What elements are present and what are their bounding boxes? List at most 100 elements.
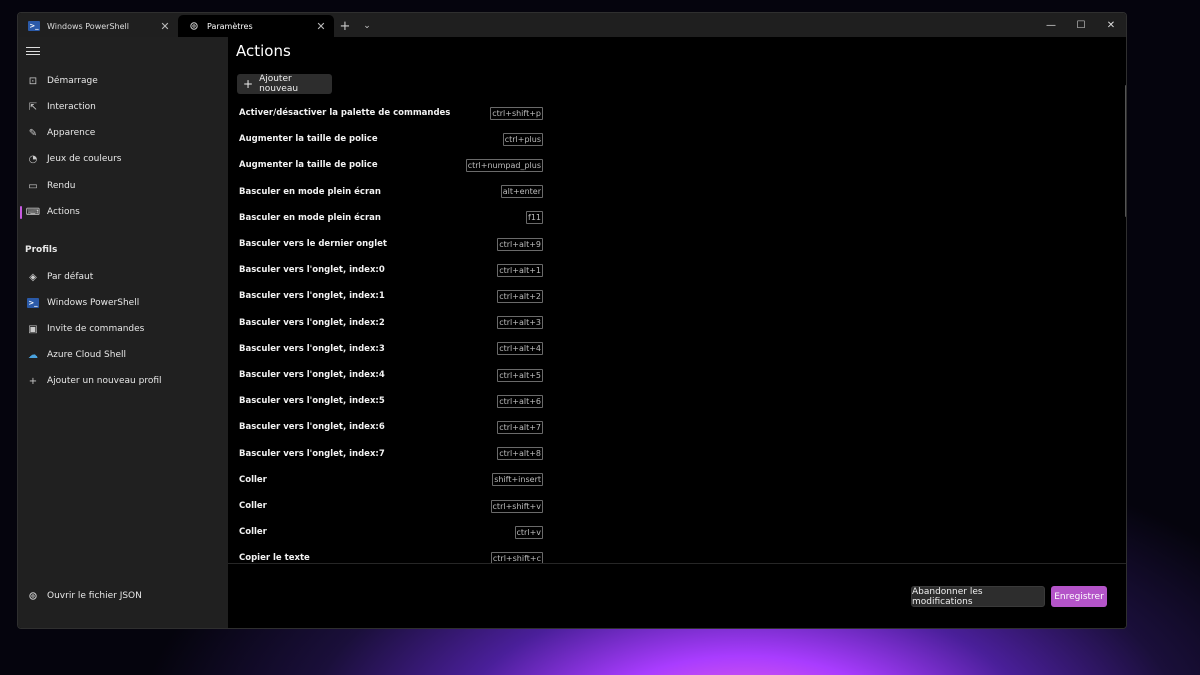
minimize-icon: — <box>1046 19 1056 31</box>
action-name: Augmenter la taille de police <box>239 160 378 171</box>
actions-page: Actions + Ajouter nouveau Activer/désact… <box>228 37 1126 628</box>
action-row[interactable]: Basculer vers l'onglet, index:4 ctrl+alt+… <box>239 368 543 382</box>
action-row[interactable]: Basculer vers l'onglet, index:0 ctrl+alt+… <box>239 263 543 277</box>
sidebar-item-label: Démarrage <box>47 76 98 86</box>
open-json-button[interactable]: Ouvrir le fichier JSON <box>20 584 224 608</box>
title-bar: >_ Windows PowerShell ✕ Paramètres ✕ + ⌄… <box>18 13 1126 37</box>
key-binding: ctrl+v <box>514 525 543 539</box>
sidebar-item-label: Apparence <box>47 128 96 138</box>
key-binding: ctrl+alt+2 <box>497 289 543 303</box>
powershell-icon: >_ <box>27 298 39 308</box>
cmd-icon: ▣ <box>28 323 38 335</box>
minimize-button[interactable]: — <box>1036 13 1066 37</box>
sidebar-item-interaction[interactable]: ⇱ Interaction <box>20 95 224 119</box>
action-row[interactable]: Basculer en mode plein écran f11 <box>239 211 543 225</box>
sidebar-item-demarrage[interactable]: ⊡ Démarrage <box>20 69 224 93</box>
action-row[interactable]: Activer/désactiver la palette de command… <box>239 106 543 120</box>
action-name: Activer/désactiver la palette de command… <box>239 108 451 118</box>
key-binding: ctrl+alt+3 <box>497 316 543 330</box>
action-row[interactable]: Basculer vers le dernier onglet ctrl+alt+… <box>239 237 543 251</box>
window-controls: — ☐ ✕ <box>1036 13 1126 37</box>
key-binding: ctrl+alt+1 <box>497 263 543 277</box>
maximize-icon: ☐ <box>1076 19 1086 31</box>
scrollbar[interactable] <box>1125 85 1126 217</box>
action-name: Basculer vers l'onglet, index:5 <box>239 396 385 407</box>
settings-sidebar: ⊡ Démarrage ⇱ Interaction ✎ Apparence ◔ … <box>18 37 228 628</box>
key-binding: ctrl+alt+4 <box>497 342 543 356</box>
key-binding: ctrl+shift+v <box>490 499 543 513</box>
gear-icon <box>27 590 39 602</box>
close-icon: ✕ <box>1106 19 1116 31</box>
action-row[interactable]: Basculer vers l'onglet, index:5 ctrl+alt+… <box>239 394 543 408</box>
action-row[interactable]: Basculer en mode plein écran alt+enter <box>239 185 543 199</box>
close-tab-icon[interactable]: ✕ <box>316 20 326 33</box>
action-name: Basculer vers l'onglet, index:1 <box>239 291 385 302</box>
layers-icon: ◈ <box>29 271 37 283</box>
sidebar-item-label: Rendu <box>47 181 76 191</box>
footer-bar: Abandonner les modifications Enregistrer <box>228 563 1126 628</box>
key-binding: ctrl+alt+7 <box>497 420 543 434</box>
action-name: Copier le texte <box>239 553 310 564</box>
action-name: Basculer vers l'onglet, index:3 <box>239 343 385 354</box>
keyboard-icon: ⌨ <box>25 206 41 218</box>
tab-dropdown-button[interactable]: ⌄ <box>356 15 378 37</box>
key-binding: shift+insert <box>492 473 543 487</box>
action-name: Coller <box>239 527 267 538</box>
sidebar-item-jeux-de-couleurs[interactable]: ◔ Jeux de couleurs <box>20 147 224 171</box>
tab-windows-powershell[interactable]: >_ Windows PowerShell ✕ <box>18 15 178 37</box>
powershell-icon: >_ <box>28 21 40 31</box>
cursor-icon: ⇱ <box>28 101 38 113</box>
startup-icon: ⊡ <box>28 75 38 87</box>
key-binding: ctrl+plus <box>502 132 543 146</box>
new-tab-button[interactable]: + <box>334 15 356 37</box>
action-row[interactable]: Coller shift+insert <box>239 473 543 487</box>
action-name: Basculer vers l'onglet, index:0 <box>239 265 385 276</box>
key-binding: ctrl+alt+5 <box>497 368 543 382</box>
action-row[interactable]: Basculer vers l'onglet, index:7 ctrl+alt+… <box>239 447 543 461</box>
sidebar-item-label: Interaction <box>47 102 96 112</box>
plus-icon: + <box>339 18 351 34</box>
action-row[interactable]: Augmenter la taille de police ctrl+numpad… <box>239 158 543 172</box>
action-row[interactable]: Coller ctrl+v <box>239 525 543 539</box>
menu-icon[interactable] <box>26 45 40 57</box>
sidebar-item-label: Actions <box>47 207 80 217</box>
key-binding: ctrl+shift+p <box>490 106 543 120</box>
sidebar-item-windows-powershell[interactable]: >_ Windows PowerShell <box>20 291 224 315</box>
sidebar-item-ajouter-profil[interactable]: + Ajouter un nouveau profil <box>20 369 224 393</box>
tab-parametres[interactable]: Paramètres ✕ <box>178 15 334 37</box>
action-row[interactable]: Basculer vers l'onglet, index:2 ctrl+alt+… <box>239 316 543 330</box>
sidebar-item-label: Jeux de couleurs <box>47 154 122 164</box>
sidebar-item-azure-cloud-shell[interactable]: ☁ Azure Cloud Shell <box>20 343 224 367</box>
action-name: Basculer vers le dernier onglet <box>239 239 387 249</box>
plus-icon: + <box>28 375 38 387</box>
sidebar-item-invite-de-commandes[interactable]: ▣ Invite de commandes <box>20 317 224 341</box>
sidebar-item-label: Ajouter un nouveau profil <box>47 376 162 386</box>
action-row[interactable]: Coller ctrl+shift+v <box>239 499 543 513</box>
tab-label: Paramètres <box>207 21 253 31</box>
sidebar-item-actions[interactable]: ⌨ Actions <box>20 200 224 224</box>
add-new-button[interactable]: + Ajouter nouveau <box>237 74 332 94</box>
open-json-label: Ouvrir le fichier JSON <box>47 591 142 601</box>
action-row[interactable]: Basculer vers l'onglet, index:3 ctrl+alt+… <box>239 342 543 356</box>
action-name: Basculer en mode plein écran <box>239 212 381 223</box>
key-binding: f11 <box>526 211 543 225</box>
action-name: Augmenter la taille de police <box>239 134 378 145</box>
sidebar-item-label: Par défaut <box>47 272 94 282</box>
close-tab-icon[interactable]: ✕ <box>160 20 170 33</box>
sidebar-item-apparence[interactable]: ✎ Apparence <box>20 121 224 145</box>
action-row[interactable]: Augmenter la taille de police ctrl+plus <box>239 132 543 146</box>
sidebar-item-rendu[interactable]: ▭ Rendu <box>20 174 224 198</box>
save-button[interactable]: Enregistrer <box>1051 586 1107 607</box>
key-binding: ctrl+alt+9 <box>497 237 543 251</box>
discard-changes-button[interactable]: Abandonner les modifications <box>911 586 1045 607</box>
sidebar-item-label: Windows PowerShell <box>47 298 140 308</box>
action-row[interactable]: Basculer vers l'onglet, index:1 ctrl+alt+… <box>239 289 543 303</box>
maximize-button[interactable]: ☐ <box>1066 13 1096 37</box>
close-button[interactable]: ✕ <box>1096 13 1126 37</box>
monitor-icon: ▭ <box>28 180 38 192</box>
action-row[interactable]: Basculer vers l'onglet, index:6 ctrl+alt+… <box>239 420 543 434</box>
sidebar-item-label: Azure Cloud Shell <box>47 350 127 360</box>
key-binding: ctrl+alt+6 <box>497 394 543 408</box>
key-binding: ctrl+numpad_plus <box>465 158 543 172</box>
sidebar-item-par-defaut[interactable]: ◈ Par défaut <box>20 265 224 289</box>
